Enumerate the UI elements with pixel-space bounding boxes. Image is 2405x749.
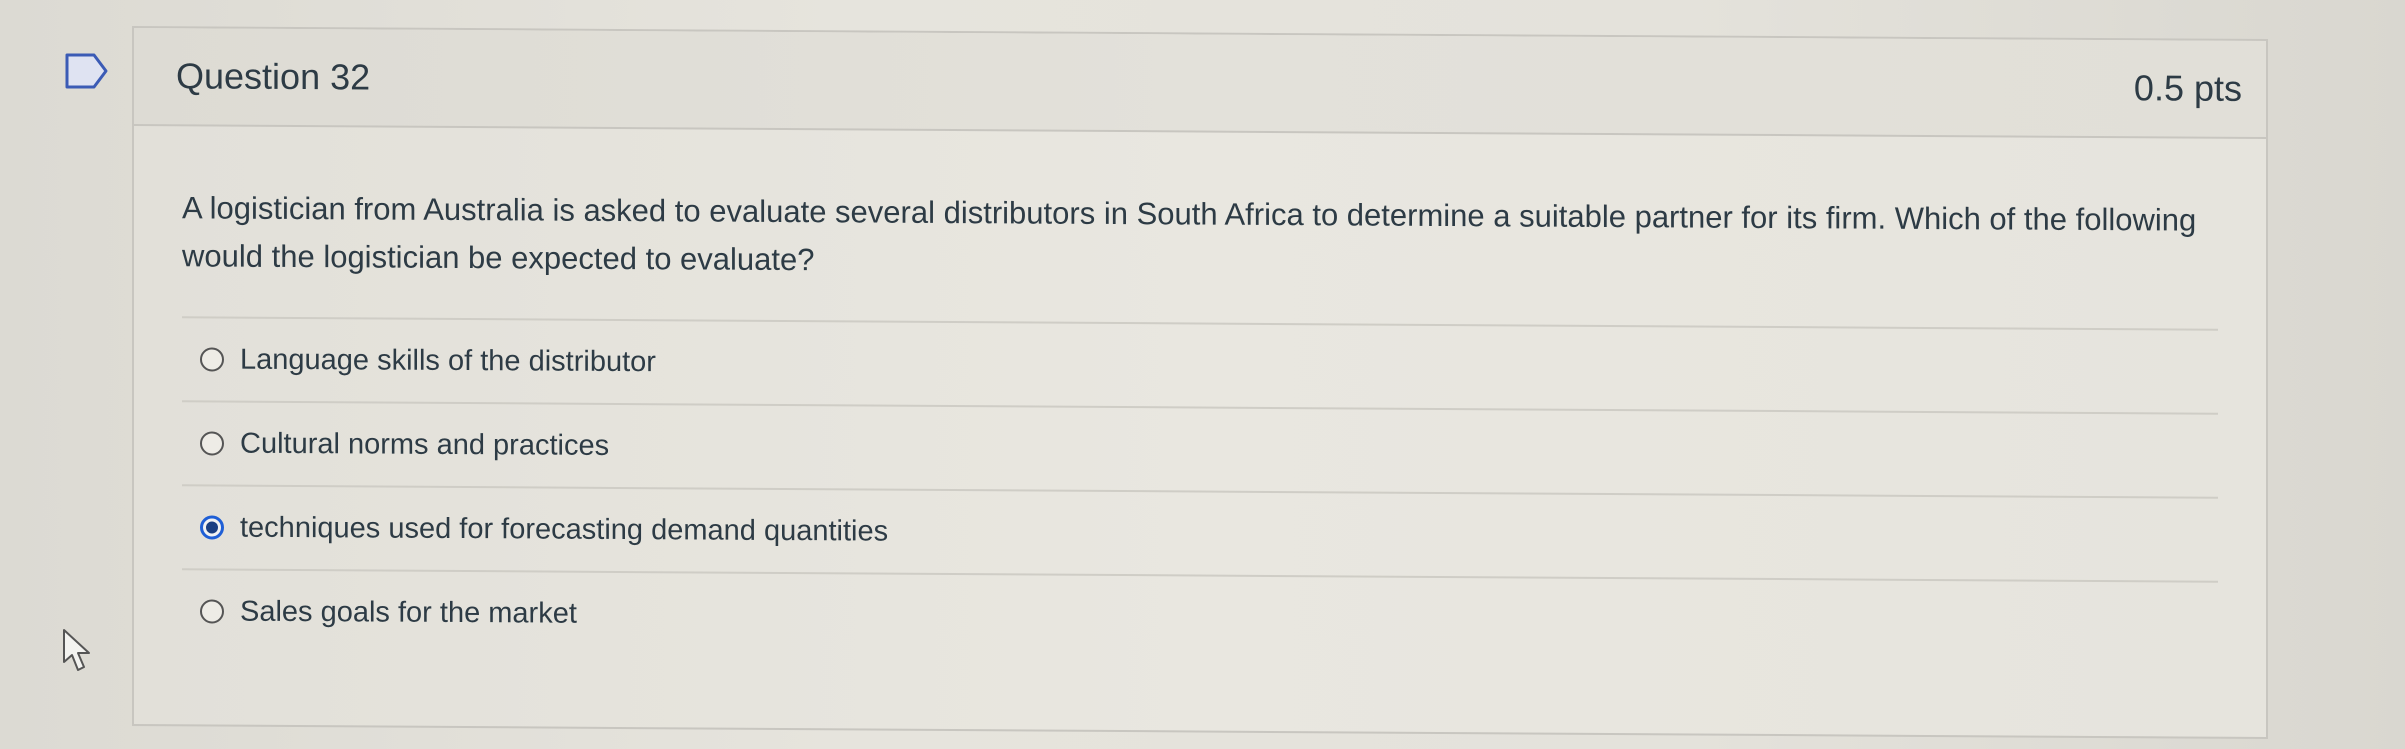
question-header: Question 32 0.5 pts — [134, 28, 2266, 140]
question-title: Question 32 — [176, 55, 371, 98]
mouse-pointer-icon — [63, 629, 90, 671]
answer-option-3[interactable]: techniques used for forecasting demand q… — [182, 484, 2218, 581]
radio-button[interactable] — [200, 347, 224, 372]
radio-button[interactable] — [200, 431, 224, 456]
answer-label[interactable]: Cultural norms and practices — [240, 427, 609, 462]
question-card: Question 32 0.5 pts A logistician from A… — [132, 26, 2268, 740]
answer-label[interactable]: Language skills of the distributor — [240, 343, 656, 379]
answer-label[interactable]: techniques used for forecasting demand q… — [240, 511, 888, 548]
question-points: 0.5 pts — [2133, 67, 2242, 109]
answer-option-2[interactable]: Cultural norms and practices — [182, 400, 2218, 497]
answer-label[interactable]: Sales goals for the market — [240, 595, 577, 630]
answer-list: Language skills of the distributor Cultu… — [182, 316, 2218, 665]
answer-option-1[interactable]: Language skills of the distributor — [182, 316, 2218, 413]
flag-question-icon[interactable] — [64, 52, 110, 90]
question-body: A logistician from Australia is asked to… — [134, 126, 2266, 665]
radio-button-selected[interactable] — [200, 515, 224, 540]
radio-button[interactable] — [200, 599, 224, 624]
answer-option-4[interactable]: Sales goals for the market — [182, 568, 2218, 665]
question-text: A logistician from Australia is asked to… — [182, 190, 2197, 278]
